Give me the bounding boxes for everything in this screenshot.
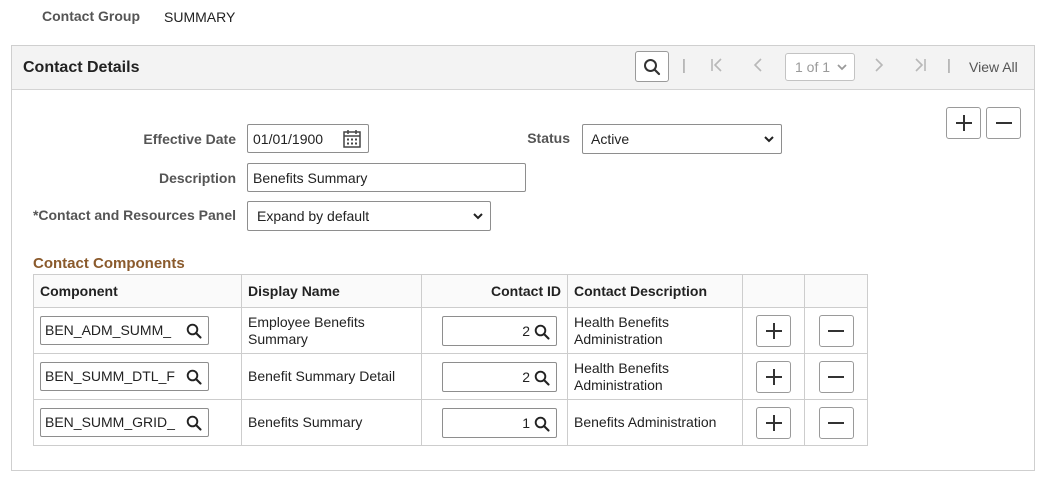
panel-title: Contact Details <box>23 59 140 76</box>
search-icon[interactable] <box>186 415 202 431</box>
row-counter: 1 of 1 <box>795 59 831 75</box>
delete-component-button[interactable] <box>818 314 854 347</box>
contact-id-input[interactable]: 1 <box>442 407 557 438</box>
nav-separator: | <box>947 57 951 74</box>
status-select[interactable]: Active <box>582 124 782 154</box>
column-header-contact-id: Contact ID <box>421 274 568 308</box>
chevron-down-icon <box>837 64 847 71</box>
first-page-button[interactable] <box>710 58 724 75</box>
contact-id-value: 1 <box>522 414 530 431</box>
nav-separator: | <box>682 57 686 74</box>
component-input[interactable]: BEN_ADM_SUMM_ <box>40 316 209 345</box>
table-row: BEN_SUMM_GRID_ Benefits Summary 1 Benefi… <box>33 399 868 446</box>
status-value: Active <box>591 131 630 147</box>
contact-panel-select[interactable]: Expand by default <box>247 201 491 231</box>
last-page-icon <box>915 58 926 72</box>
find-button[interactable] <box>635 51 669 82</box>
grid-header-row: Component Display Name Contact ID Contac… <box>33 274 868 308</box>
delete-component-button[interactable] <box>818 360 854 393</box>
chevron-down-icon <box>473 213 483 220</box>
search-icon[interactable] <box>186 369 202 385</box>
add-component-button[interactable] <box>756 360 791 393</box>
minus-icon <box>828 375 844 378</box>
description-value: Benefits Summary <box>253 169 368 186</box>
plus-icon <box>765 322 782 339</box>
contact-group-value: SUMMARY <box>164 9 236 25</box>
column-header-add <box>742 274 805 308</box>
minus-icon <box>828 329 844 332</box>
row-select[interactable]: 1 of 1 <box>785 53 855 81</box>
contact-description-cell: Health Benefits Administration <box>567 353 743 400</box>
delete-row-button[interactable] <box>986 107 1021 139</box>
table-row: BEN_ADM_SUMM_ Employee Benefits Summary … <box>33 307 868 354</box>
table-row: BEN_SUMM_DTL_F Benefit Summary Detail 2 … <box>33 353 868 400</box>
contact-components-title: Contact Components <box>33 255 185 272</box>
description-label: Description <box>158 170 236 186</box>
last-page-button[interactable] <box>913 58 927 75</box>
add-component-button[interactable] <box>756 314 791 347</box>
search-icon[interactable] <box>534 416 550 432</box>
next-icon <box>875 58 884 72</box>
column-header-display-name: Display Name <box>241 274 422 308</box>
contact-id-input[interactable]: 2 <box>442 315 557 346</box>
view-all-link[interactable]: View All <box>969 59 1018 75</box>
contact-panel-value: Expand by default <box>257 208 370 224</box>
first-page-icon <box>711 58 722 72</box>
plus-icon <box>955 115 972 131</box>
contact-id-value: 2 <box>522 368 530 385</box>
status-label: Status <box>527 130 570 146</box>
plus-icon <box>765 368 782 385</box>
search-icon[interactable] <box>534 370 550 386</box>
component-value: BEN_SUMM_GRID_ <box>45 414 175 430</box>
search-icon[interactable] <box>534 324 550 340</box>
effective-date-value: 01/01/1900 <box>253 130 324 147</box>
search-icon[interactable] <box>186 323 202 339</box>
next-button[interactable] <box>874 58 884 75</box>
column-header-delete <box>804 274 868 308</box>
component-input[interactable]: BEN_SUMM_GRID_ <box>40 408 209 437</box>
add-component-button[interactable] <box>756 406 791 439</box>
effective-date-input[interactable]: 01/01/1900 <box>247 124 369 153</box>
plus-icon <box>765 414 782 431</box>
contact-components-grid: Component Display Name Contact ID Contac… <box>33 274 868 446</box>
add-row-button[interactable] <box>946 107 981 139</box>
description-input[interactable]: Benefits Summary <box>247 163 526 192</box>
contact-group-label: Contact Group <box>42 8 140 24</box>
contact-description-cell: Health Benefits Administration <box>567 307 743 354</box>
contact-id-value: 2 <box>522 322 530 339</box>
component-value: BEN_SUMM_DTL_F <box>45 368 175 384</box>
column-header-contact-description: Contact Description <box>567 274 743 308</box>
minus-icon <box>995 122 1012 124</box>
component-input[interactable]: BEN_SUMM_DTL_F <box>40 362 209 391</box>
contact-id-input[interactable]: 2 <box>442 361 557 392</box>
display-name-cell: Employee Benefits Summary <box>241 307 422 354</box>
chevron-down-icon <box>764 136 774 143</box>
minus-icon <box>828 421 844 424</box>
display-name-cell: Benefit Summary Detail <box>241 353 422 400</box>
search-icon <box>644 58 661 75</box>
contact-description-cell: Benefits Administration <box>567 399 743 446</box>
delete-component-button[interactable] <box>818 406 854 439</box>
display-name-cell: Benefits Summary <box>241 399 422 446</box>
calendar-icon[interactable] <box>342 129 362 149</box>
component-value: BEN_ADM_SUMM_ <box>45 322 172 338</box>
effective-date-label: Effective Date <box>143 131 236 147</box>
previous-icon <box>753 58 762 72</box>
contact-panel-label: *Contact and Resources Panel <box>32 207 236 223</box>
column-header-component: Component <box>33 274 242 308</box>
previous-button[interactable] <box>753 58 763 75</box>
